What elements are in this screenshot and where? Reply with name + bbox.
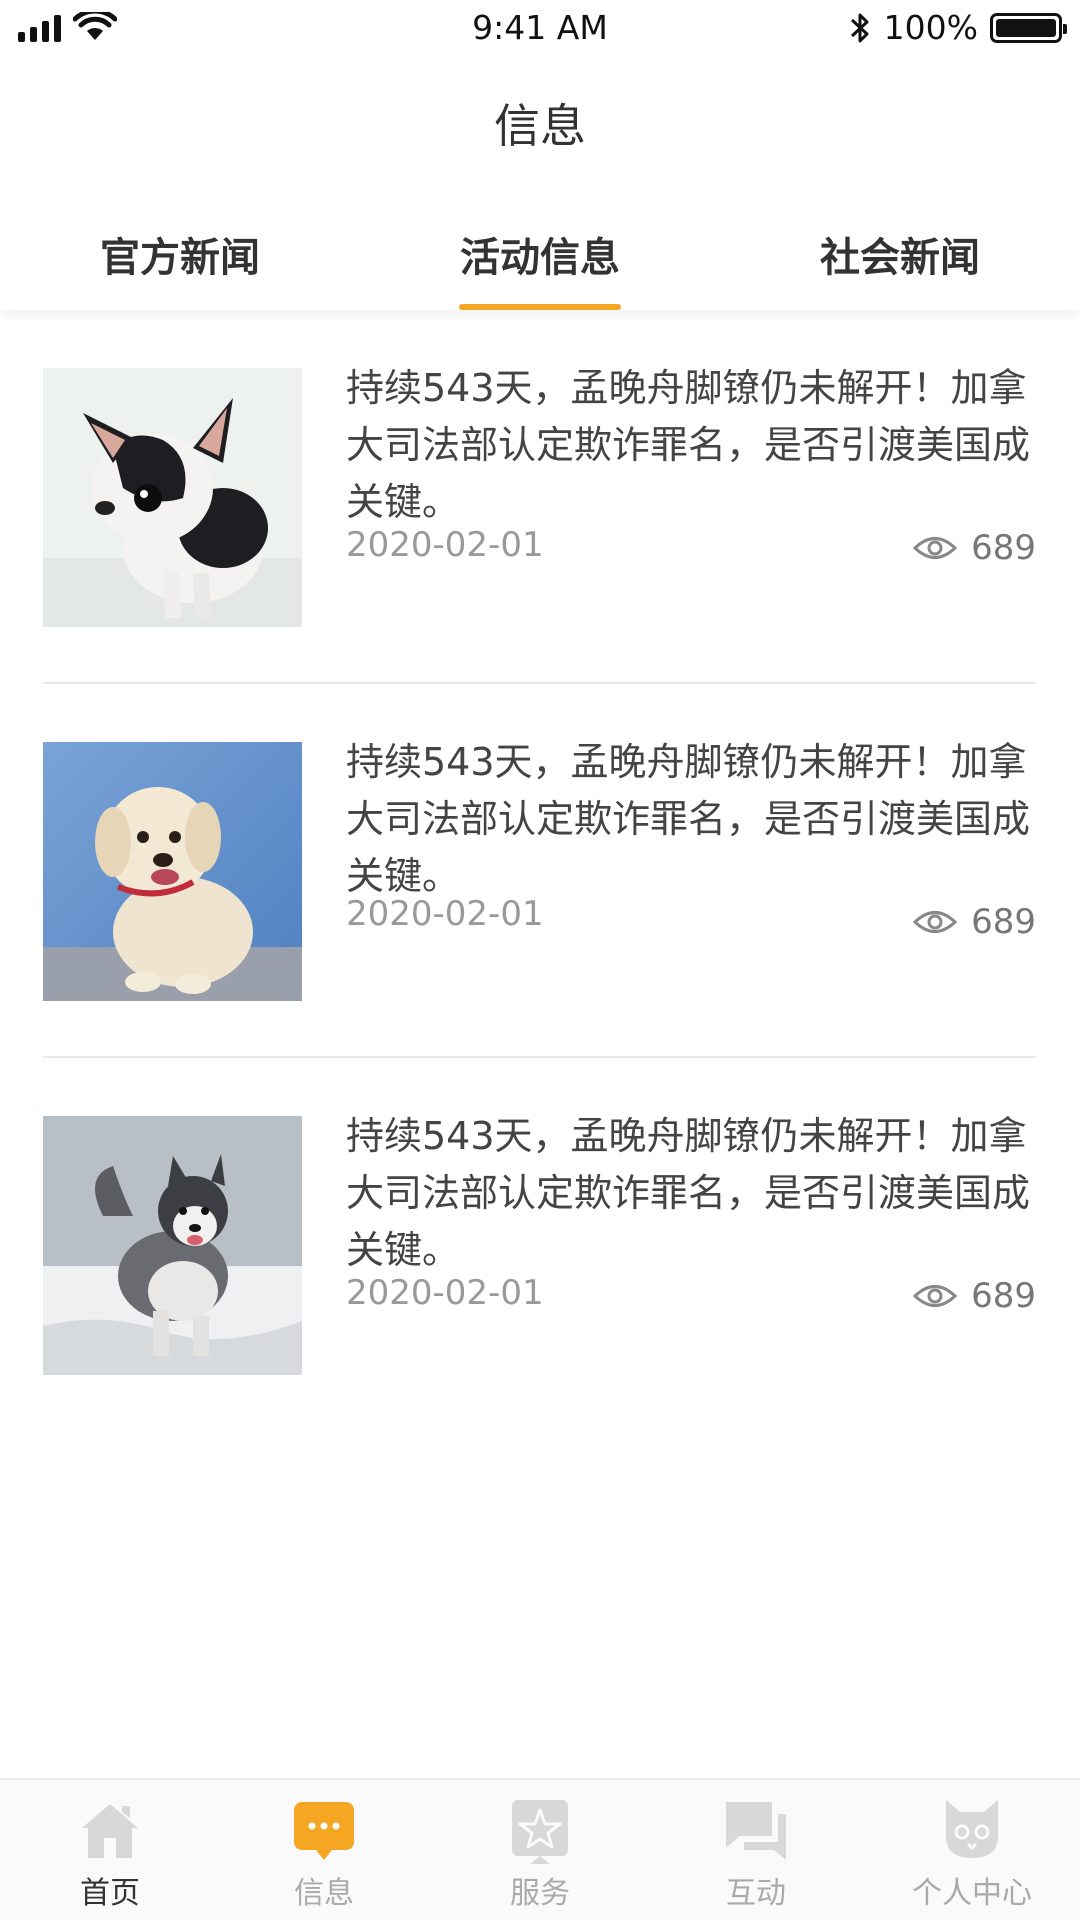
article-thumbnail	[43, 368, 302, 627]
article-title: 持续543天，孟晚舟脚镣仍未解开！加拿大司法部认定欺诈罪名，是否引渡美国成关键。	[346, 740, 1031, 898]
article-thumbnail	[43, 1116, 302, 1375]
status-bar: 9:41 AM 100%	[0, 0, 1080, 56]
screen: 9:41 AM 100% 信息 官方新闻 活动信息 社会新闻 持续543天，孟晚…	[0, 0, 1080, 1920]
chihuahua-puppy-image	[43, 368, 302, 627]
tabbar-label: 信息	[294, 1876, 354, 1911]
article-date: 2020-02-01	[346, 1273, 544, 1313]
article-title: 持续543天，孟晚舟脚镣仍未解开！加拿大司法部认定欺诈罪名，是否引渡美国成关键。	[346, 1114, 1031, 1272]
eye-icon	[913, 1285, 958, 1307]
eye-icon	[913, 911, 958, 933]
labrador-puppy-image	[43, 742, 302, 1001]
article-thumbnail	[43, 742, 302, 1001]
tabbar-label: 个人中心	[912, 1876, 1032, 1911]
bluetooth-icon	[850, 13, 869, 42]
view-counter: 689	[913, 902, 1036, 942]
tabbar-item-home[interactable]: 首页	[40, 1796, 180, 1912]
view-count: 689	[971, 902, 1036, 942]
tab-activity-info-label: 活动信息	[460, 235, 620, 281]
view-count: 689	[971, 1276, 1036, 1316]
eye-icon	[913, 537, 958, 559]
message-icon	[294, 1802, 354, 1860]
article-list: 持续543天，孟晚舟脚镣仍未解开！加拿大司法部认定欺诈罪名，是否引渡美国成关键。…	[43, 310, 1036, 1432]
article-title: 持续543天，孟晚舟脚镣仍未解开！加拿大司法部认定欺诈罪名，是否引渡美国成关键。	[346, 366, 1031, 524]
tab-social-news[interactable]: 社会新闻	[790, 225, 1010, 283]
article-date: 2020-02-01	[346, 525, 544, 565]
article-item[interactable]: 持续543天，孟晚舟脚镣仍未解开！加拿大司法部认定欺诈罪名，是否引渡美国成关键。…	[43, 684, 1036, 1058]
tabbar-label: 首页	[80, 1876, 140, 1911]
tabbar-label: 互动	[726, 1876, 786, 1911]
husky-in-snow-image	[43, 1116, 302, 1375]
tab-official-news[interactable]: 官方新闻	[70, 225, 290, 283]
article-item[interactable]: 持续543天，孟晚舟脚镣仍未解开！加拿大司法部认定欺诈罪名，是否引渡美国成关键。…	[43, 310, 1036, 684]
tabbar-item-service[interactable]: 服务	[470, 1796, 610, 1912]
tabbar-item-info[interactable]: 信息	[254, 1796, 394, 1912]
category-tabs: 官方新闻 活动信息 社会新闻	[0, 205, 1080, 310]
view-count: 689	[971, 528, 1036, 568]
chat-icon	[726, 1802, 786, 1860]
star-icon	[512, 1800, 568, 1864]
view-counter: 689	[913, 528, 1036, 568]
battery-icon	[990, 12, 1067, 43]
article-date: 2020-02-01	[346, 894, 544, 934]
article-item[interactable]: 持续543天，孟晚舟脚镣仍未解开！加拿大司法部认定欺诈罪名，是否引渡美国成关键。…	[43, 1058, 1036, 1432]
status-right: 100%	[848, 8, 1067, 47]
page-title: 信息	[494, 99, 586, 153]
battery-percentage: 100%	[883, 8, 978, 47]
tabbar-item-profile[interactable]: 个人中心	[902, 1796, 1042, 1912]
view-counter: 689	[913, 1276, 1036, 1316]
tabbar-item-interact[interactable]: 互动	[686, 1796, 826, 1912]
bottom-tab-bar: 首页 信息 服务 互动 个人中心	[0, 1778, 1080, 1920]
tabbar-label: 服务	[510, 1876, 570, 1911]
tab-activity-info[interactable]: 活动信息	[430, 225, 650, 310]
cat-profile-icon	[946, 1800, 998, 1858]
home-icon	[82, 1804, 138, 1858]
